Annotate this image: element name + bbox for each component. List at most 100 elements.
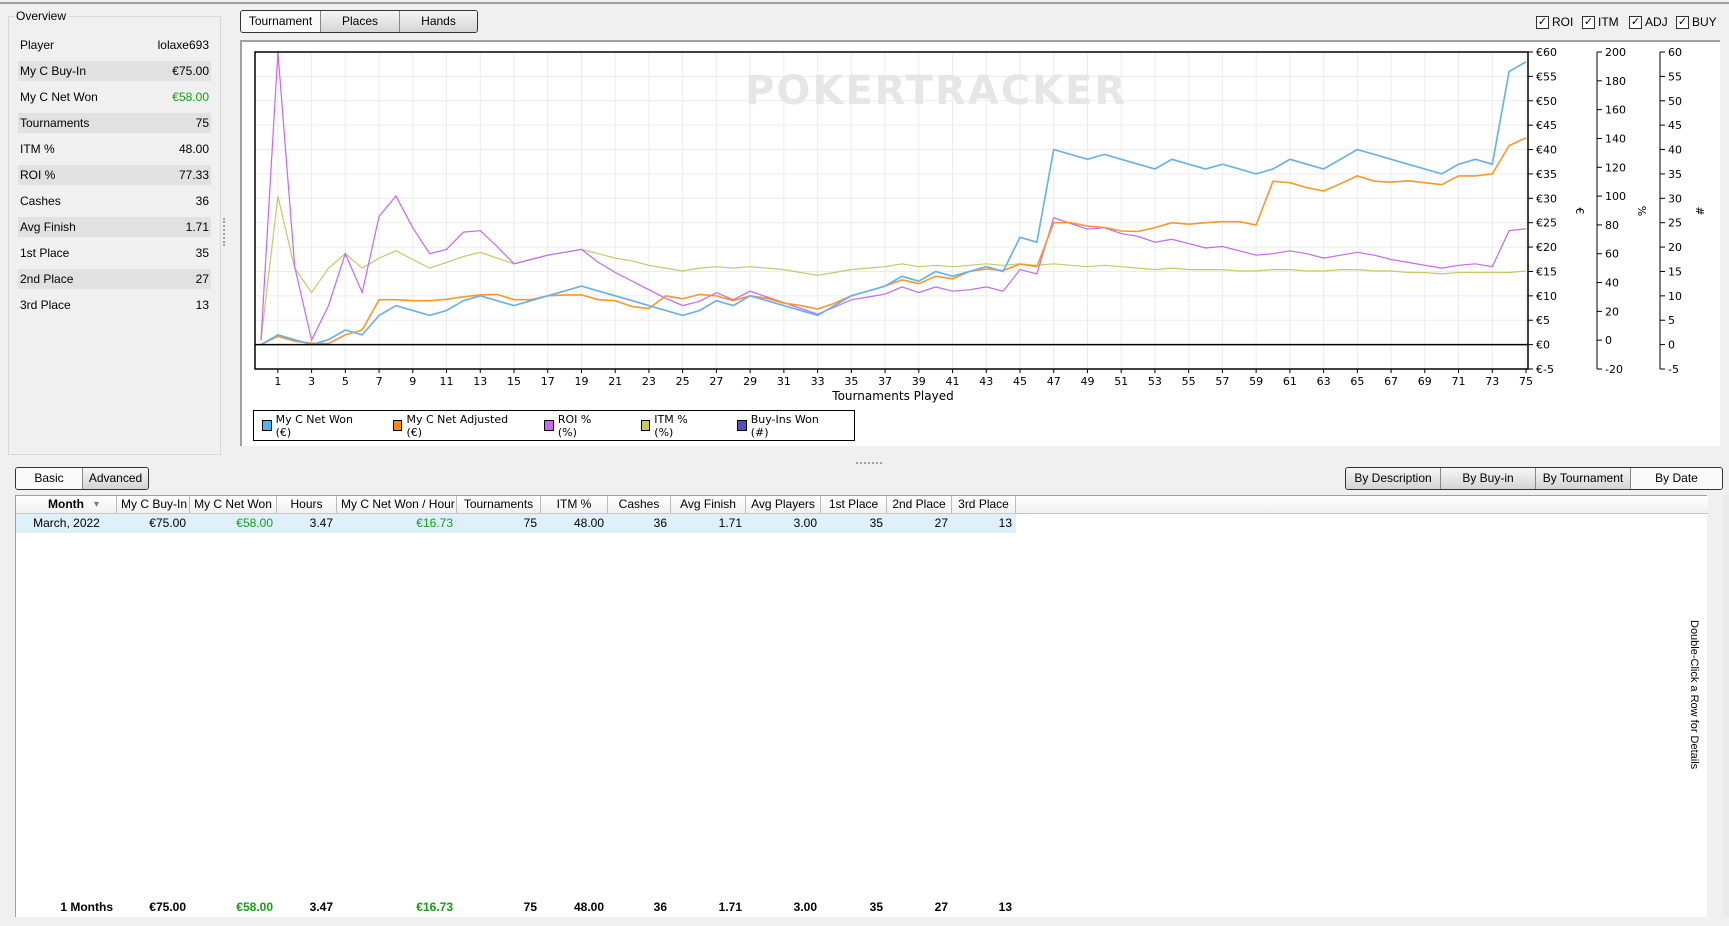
x-tick-label: 39 [912, 375, 926, 388]
x-tick-label: 59 [1249, 375, 1263, 388]
table-cell: €75.00 [149, 900, 186, 914]
tab-by-date[interactable]: By Date [1630, 468, 1722, 489]
num-axis-tick-label: 5 [1668, 314, 1675, 327]
x-tick-label: 35 [844, 375, 858, 388]
x-tick-label: 49 [1080, 375, 1094, 388]
tab-by-description[interactable]: By Description [1346, 468, 1440, 489]
num-axis-tick-label: -5 [1668, 363, 1679, 376]
num-axis-tick-label: 20 [1668, 241, 1682, 254]
table-cell: €58.00 [236, 516, 273, 530]
x-tick-label: 23 [642, 375, 656, 388]
legend-label: ITM % (%) [654, 412, 688, 439]
table-cell: 1 Months [60, 900, 113, 914]
legend-label: My C Net Won (€) [275, 412, 353, 439]
eur-axis-tick-label: €55 [1536, 70, 1557, 83]
series-line-itm [260, 195, 1527, 341]
x-tick-label: 21 [608, 375, 622, 388]
num-axis-tick-label: 45 [1668, 119, 1682, 132]
table-cell: 27 [934, 516, 948, 530]
legend-item[interactable]: Buy-Ins Won (#) [737, 413, 826, 439]
pct-axis-tick-label: 100 [1605, 190, 1626, 203]
column-header[interactable]: Avg Finish [671, 496, 746, 513]
x-tick-label: 37 [878, 375, 892, 388]
x-tick-label: 45 [1013, 375, 1027, 388]
table-cell: 27 [934, 900, 948, 914]
x-tick-label: 41 [946, 375, 960, 388]
tab-advanced[interactable]: Advanced [82, 468, 148, 489]
eur-axis-tick-label: €15 [1536, 265, 1557, 278]
x-tick-label: 25 [676, 375, 690, 388]
tab-basic[interactable]: Basic [16, 468, 82, 489]
table-cell: 48.00 [573, 900, 604, 914]
legend-swatch [737, 420, 747, 431]
double-click-hint: Double-Click a Row for Details [1688, 620, 1700, 770]
legend-item[interactable]: ROI % (%) [544, 413, 604, 439]
results-table: Month My C Buy-In My C Net Won Hours My C Ne… [15, 495, 1708, 917]
x-tick-label: 43 [979, 375, 993, 388]
x-tick-label: 17 [541, 375, 555, 388]
num-axis-tick-label: 55 [1668, 70, 1682, 83]
table-cell: 48.00 [573, 516, 604, 530]
table-cell: 35 [869, 516, 883, 530]
column-header[interactable]: Avg Players [746, 496, 821, 513]
table-cell: 1.71 [718, 516, 742, 530]
x-tick-label: 73 [1485, 375, 1499, 388]
pct-axis-tick-label: 80 [1605, 219, 1619, 232]
legend-label: My C Net Adjusted (€) [406, 412, 509, 439]
x-tick-label: 55 [1182, 375, 1196, 388]
column-header[interactable]: Cashes [608, 496, 671, 513]
eur-axis-tick-label: €30 [1536, 192, 1557, 205]
horizontal-splitter[interactable] [856, 462, 882, 464]
pct-axis-tick-label: 160 [1605, 104, 1626, 117]
table-cell: 3.00 [793, 900, 817, 914]
column-header[interactable]: 3rd Place [952, 496, 1016, 513]
table-cell: 75 [523, 516, 537, 530]
x-tick-label: 61 [1283, 375, 1297, 388]
column-header[interactable]: My C Net Won / Hour [337, 496, 457, 513]
tab-by-tournament[interactable]: By Tournament [1535, 468, 1630, 489]
legend-item[interactable]: My C Net Adjusted (€) [392, 412, 509, 439]
table-cell: 36 [653, 900, 667, 914]
num-axis-tick-label: 10 [1668, 290, 1682, 303]
column-header[interactable]: 1st Place [821, 496, 887, 513]
x-tick-label: 69 [1418, 375, 1432, 388]
legend-swatch [640, 420, 651, 431]
column-header[interactable]: Hours [277, 496, 337, 513]
table-totals-row: 1 Months €75.00 €58.00 3.47 €16.73 75 48.00 36 1… [16, 898, 1016, 917]
num-axis-tick-label: 60 [1668, 46, 1682, 59]
eur-axis-tick-label: €10 [1536, 290, 1557, 303]
pct-axis-tick-label: 200 [1605, 46, 1626, 59]
results-chart: POKERTRACKER 1 3 5 7 9 11 13 15 17 19 21 23 25 27 29 31… [254, 46, 1706, 403]
table-cell: €58.00 [236, 900, 273, 914]
mode-tabs: Basic Advanced [15, 467, 149, 490]
x-tick-label: 67 [1384, 375, 1398, 388]
pct-axis-title: % [1635, 206, 1648, 216]
column-header[interactable]: 2nd Place [887, 496, 952, 513]
legend-item[interactable]: ITM % (%) [640, 412, 701, 439]
pct-axis-tick-label: 40 [1605, 277, 1619, 290]
legend-swatch [262, 420, 272, 431]
legend-item[interactable]: My C Net Won (€) [262, 413, 357, 439]
legend-swatch [392, 420, 403, 431]
num-axis-tick-label: 40 [1668, 144, 1682, 157]
sort-desc-icon[interactable]: ▾ [94, 496, 99, 513]
column-header[interactable]: My C Buy-In [117, 496, 190, 513]
column-header[interactable]: Month [16, 496, 117, 513]
pokertracker-watermark: POKERTRACKER [745, 68, 1127, 114]
eur-axis-tick-label: €5 [1536, 314, 1550, 327]
eur-axis-tick-label: €50 [1536, 95, 1557, 108]
table-cell: €16.73 [416, 516, 453, 530]
x-tick-label: 19 [574, 375, 588, 388]
eur-axis-tick-label: €60 [1536, 46, 1557, 59]
x-tick-label: 29 [743, 375, 757, 388]
column-header[interactable]: Tournaments [457, 496, 541, 513]
table-side-strip [1723, 495, 1729, 917]
column-header[interactable]: ITM % [541, 496, 608, 513]
table-row[interactable]: March, 2022 €75.00 €58.00 3.47 €16.73 75 48.00… [16, 514, 1016, 533]
eur-axis-title: € [1573, 208, 1586, 215]
table-cell: €16.73 [416, 900, 453, 914]
column-header[interactable]: My C Net Won [190, 496, 277, 513]
table-cell: 13 [998, 516, 1012, 530]
tab-by-buy-in[interactable]: By Buy-in [1440, 468, 1535, 489]
pct-axis-tick-label: -20 [1605, 363, 1623, 376]
